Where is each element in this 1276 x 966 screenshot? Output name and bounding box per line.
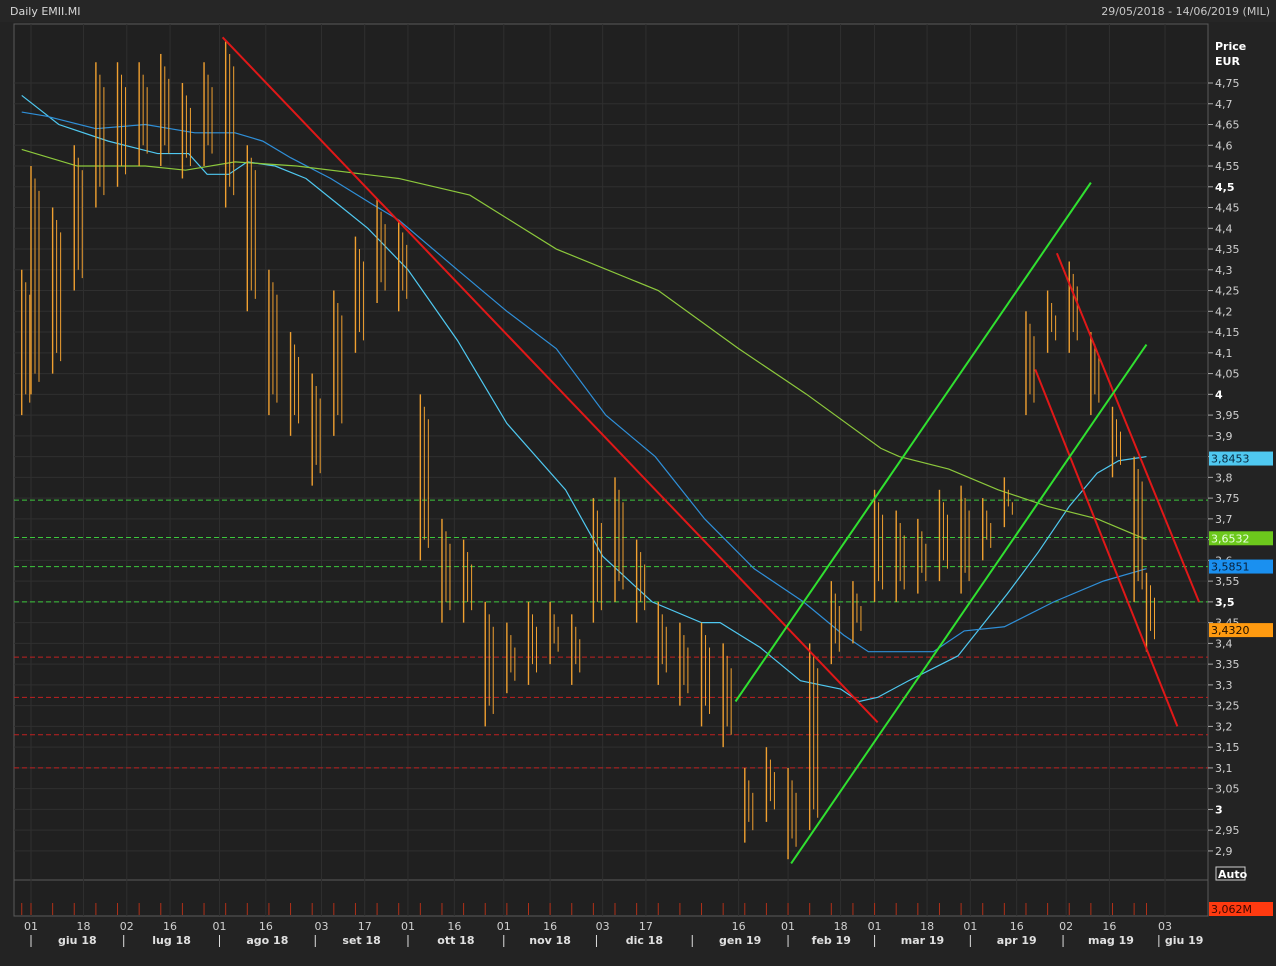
y-tick-label: 3,9 (1215, 430, 1233, 443)
month-label: mar 19 (901, 934, 944, 947)
value-label: 3,8453 (1211, 453, 1250, 466)
auto-scale-button[interactable]: Auto (1215, 866, 1248, 881)
y-tick-label: 4,2 (1215, 305, 1233, 318)
x-tick-label: 01 (401, 920, 415, 933)
y-tick-label: 4,6 (1215, 139, 1233, 152)
volume-label: 3,062M (1211, 903, 1252, 916)
y-tick-label: 3,95 (1215, 409, 1240, 422)
x-tick-label: 16 (1010, 920, 1024, 933)
month-label: ago 18 (246, 934, 288, 947)
x-tick-label: 03 (1158, 920, 1172, 933)
auto-scale-label: Auto (1218, 868, 1248, 881)
x-tick-label: 16 (732, 920, 746, 933)
x-tick-label: 02 (1059, 920, 1073, 933)
month-label: nov 18 (529, 934, 571, 947)
x-tick-label: 03 (314, 920, 328, 933)
y-tick-label: 3,1 (1215, 762, 1233, 775)
y-tick-label: 4,5 (1215, 181, 1235, 194)
x-tick-label: 18 (834, 920, 848, 933)
y-tick-label: 3,15 (1215, 741, 1240, 754)
y-tick-label: 4,45 (1215, 202, 1240, 215)
x-tick-label: 03 (596, 920, 610, 933)
y-tick-label: 3 (1215, 803, 1223, 816)
x-tick-label: 16 (163, 920, 177, 933)
x-tick-label: 01 (24, 920, 38, 933)
x-tick-label: 01 (497, 920, 511, 933)
month-label: giu 19 (1165, 934, 1204, 947)
month-label: apr 19 (997, 934, 1037, 947)
y-tick-label: 4,55 (1215, 160, 1240, 173)
y-tick-label: 4,15 (1215, 326, 1240, 339)
y-tick-label: 3,25 (1215, 700, 1240, 713)
x-tick-label: 16 (1102, 920, 1116, 933)
x-tick-label: 17 (639, 920, 653, 933)
y-tick-label: 4,3 (1215, 264, 1233, 277)
x-tick-label: 17 (358, 920, 372, 933)
month-label: mag 19 (1088, 934, 1134, 947)
y-tick-label: 2,95 (1215, 824, 1240, 837)
x-tick-label: 01 (212, 920, 226, 933)
x-tick-label: 01 (963, 920, 977, 933)
y-axis-title: Price (1215, 40, 1246, 53)
x-tick-label: 16 (447, 920, 461, 933)
y-axis-unit: EUR (1215, 55, 1240, 68)
y-tick-label: 3,2 (1215, 720, 1233, 733)
month-label: lug 18 (152, 934, 191, 947)
x-tick-label: 02 (120, 920, 134, 933)
x-tick-label: 16 (259, 920, 273, 933)
y-tick-label: 3,7 (1215, 513, 1233, 526)
y-tick-label: 2,9 (1215, 845, 1233, 858)
y-tick-label: 4,75 (1215, 77, 1240, 90)
month-label: ott 18 (437, 934, 474, 947)
month-label: gen 19 (719, 934, 761, 947)
plot-area (13, 23, 1209, 881)
y-tick-label: 4,1 (1215, 347, 1233, 360)
month-label: feb 19 (812, 934, 851, 947)
value-label: 3,6532 (1211, 532, 1250, 545)
y-tick-label: 3,5 (1215, 596, 1235, 609)
y-tick-label: 4,25 (1215, 285, 1240, 298)
volume-pane (13, 879, 1209, 917)
y-tick-label: 3,55 (1215, 575, 1240, 588)
y-tick-label: 4,65 (1215, 119, 1240, 132)
x-tick-label: 01 (868, 920, 882, 933)
y-tick-label: 3,8 (1215, 471, 1233, 484)
y-tick-label: 3,05 (1215, 783, 1240, 796)
x-tick-label: 18 (77, 920, 91, 933)
price-chart[interactable]: Price EUR 4,75 4,7 4,65 4,6 4,55 4,5 4,45 4,4 4,… (0, 0, 1276, 966)
y-tick-label: 4,7 (1215, 98, 1233, 111)
y-tick-label: 4,35 (1215, 243, 1240, 256)
x-tick-label: 01 (781, 920, 795, 933)
value-label: 3,5851 (1211, 561, 1250, 574)
y-tick-label: 4,4 (1215, 222, 1233, 235)
x-tick-label: 16 (543, 920, 557, 933)
y-tick-label: 3,4 (1215, 637, 1233, 650)
x-tick-label: 18 (920, 920, 934, 933)
y-tick-label: 3,35 (1215, 658, 1240, 671)
y-tick-label: 4,05 (1215, 368, 1240, 381)
y-tick-label: 3,75 (1215, 492, 1240, 505)
y-tick-label: 4 (1215, 388, 1223, 401)
y-tick-label: 3,3 (1215, 679, 1233, 692)
month-label: set 18 (342, 934, 380, 947)
month-label: dic 18 (626, 934, 663, 947)
value-label: 3,4320 (1211, 624, 1250, 637)
month-label: giu 18 (58, 934, 97, 947)
